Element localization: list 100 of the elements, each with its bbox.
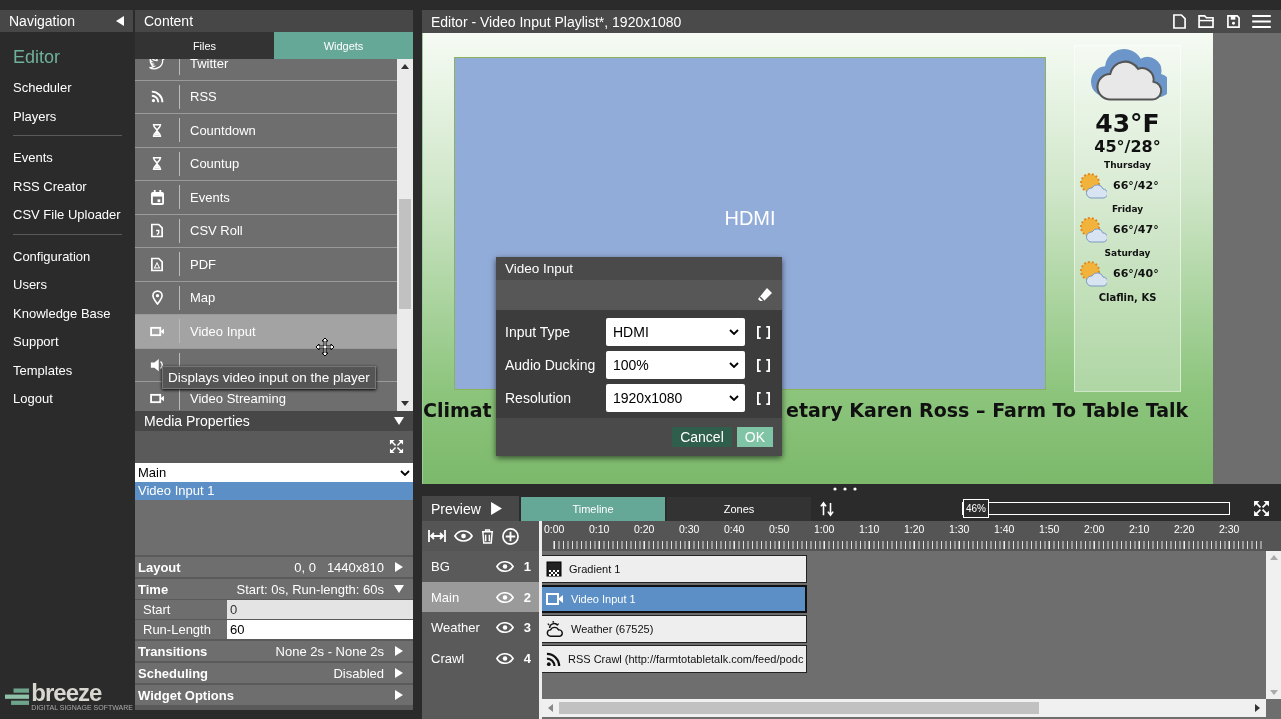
- ruler-label: 2:20: [1173, 523, 1196, 536]
- property-section[interactable]: Layout 0, 0 1440x810: [135, 555, 413, 577]
- zone-label: HDMI: [724, 207, 776, 230]
- nav-link[interactable]: Users: [13, 271, 47, 300]
- zoom-slider-thumb[interactable]: 46%: [963, 499, 989, 519]
- brackets-icon[interactable]: [757, 391, 770, 405]
- forecast-temperature: 66°/42°: [1113, 178, 1159, 192]
- widget-label: PDF: [189, 256, 216, 272]
- speaker-icon: [150, 357, 164, 372]
- ruler-label: 2:30: [1218, 523, 1241, 536]
- property-section[interactable]: Scheduling Disabled: [135, 661, 413, 683]
- trash-icon[interactable]: [481, 528, 494, 544]
- select-field[interactable]: 1920x1080: [606, 384, 745, 412]
- property-section[interactable]: Widget Options: [135, 683, 413, 705]
- folder-icon[interactable]: [1198, 15, 1215, 28]
- tab[interactable]: Files: [135, 32, 274, 59]
- expand-icon[interactable]: [389, 438, 404, 454]
- layer-row[interactable]: BG 1: [422, 551, 539, 582]
- crawl-text: Climat: [423, 399, 492, 421]
- play-icon: [490, 502, 502, 516]
- nav-link[interactable]: RSS Creator: [13, 172, 87, 201]
- triangle-right-icon: [394, 562, 404, 572]
- nav-link[interactable]: CSV File Uploader: [13, 201, 121, 230]
- widget-item[interactable]: Twitter: [135, 59, 397, 81]
- fullscreen-icon[interactable]: [1253, 500, 1270, 518]
- chevron-down-icon: [400, 469, 410, 476]
- weather-panel[interactable]: 43°F 45°/28° Thursday 66°/42° Friday 66°/47° Saturday 66°/40° Claflin, KS: [1074, 45, 1181, 392]
- zoom-slider-track[interactable]: 46%: [962, 502, 1230, 516]
- nav-link[interactable]: Support: [13, 328, 59, 357]
- forecast-temperature: 66°/47°: [1113, 222, 1159, 236]
- scrollbar[interactable]: [397, 59, 413, 411]
- bird-icon: [148, 59, 166, 73]
- eye-icon[interactable]: [454, 530, 473, 543]
- tab[interactable]: Zones: [667, 496, 811, 521]
- chevron-down-icon: [729, 395, 739, 401]
- layer-row[interactable]: Weather 3: [422, 612, 539, 643]
- layer-name: Weather: [431, 620, 481, 636]
- triangle-down-icon: [394, 584, 404, 594]
- input-field[interactable]: 60: [227, 620, 413, 639]
- add-icon[interactable]: [502, 527, 519, 545]
- scroll-right-icon[interactable]: [1255, 704, 1260, 712]
- timeline-clip[interactable]: RSS Crawl (http://farmtotabletalk.com/feed/podc: [542, 645, 807, 674]
- nav-link[interactable]: Editor: [13, 40, 61, 74]
- new-file-icon[interactable]: [1173, 14, 1186, 29]
- panel-title: Navigation: [9, 13, 76, 29]
- sun-cloud-icon: [1077, 214, 1107, 244]
- eraser-icon[interactable]: [757, 287, 773, 303]
- sort-arrows-icon[interactable]: [820, 500, 834, 517]
- save-icon[interactable]: [1227, 15, 1240, 28]
- property-section[interactable]: Time Start: 0s, Run-length: 60s: [135, 577, 413, 599]
- ruler-label: 1:10: [858, 523, 881, 536]
- timeline-clip[interactable]: Weather (67525): [542, 615, 807, 644]
- nav-link[interactable]: Players: [13, 102, 57, 131]
- ruler-label: 0:10: [588, 523, 611, 536]
- nav-link[interactable]: Scheduler: [13, 74, 72, 103]
- media-properties-header[interactable]: Media Properties: [135, 411, 413, 431]
- collapse-icon[interactable]: [116, 16, 124, 26]
- timeline-clip[interactable]: Gradient 1: [542, 555, 807, 584]
- document-icon: [151, 223, 163, 239]
- property-section[interactable]: Transitions None 2s - None 2s: [135, 639, 413, 661]
- resize-handle-icon[interactable]: [833, 487, 857, 492]
- scrollbar[interactable]: [542, 699, 1266, 717]
- select-field[interactable]: 100%: [606, 351, 745, 379]
- menu-icon[interactable]: [1252, 15, 1271, 28]
- window-title: Editor - Video Input Playlist*, 1920x1080: [431, 13, 682, 30]
- layer-number: 2: [523, 589, 531, 605]
- pdf-file-icon: [151, 256, 163, 272]
- scrollbar-thumb[interactable]: [559, 702, 1039, 714]
- nav-link[interactable]: Logout: [13, 385, 53, 414]
- nav-link[interactable]: Knowledge Base: [13, 299, 111, 328]
- brackets-icon[interactable]: [757, 358, 770, 372]
- field-label: Start: [135, 600, 227, 619]
- widget-label: Countdown: [189, 122, 256, 138]
- crawl-text: etary Karen Ross – Farm To Table Talk: [786, 399, 1189, 421]
- layer-row[interactable]: Crawl 4: [422, 642, 539, 674]
- scroll-left-icon[interactable]: [548, 704, 553, 712]
- widget-label: Video Input: [189, 323, 256, 339]
- widget-label: Video Streaming: [189, 390, 286, 406]
- scroll-up-icon[interactable]: [401, 64, 409, 69]
- select-field[interactable]: HDMI: [606, 318, 745, 346]
- weather-location: Claflin, KS: [1098, 292, 1157, 303]
- nav-link[interactable]: Events: [13, 144, 53, 173]
- brackets-icon[interactable]: [757, 325, 770, 339]
- eye-icon[interactable]: [495, 622, 514, 634]
- eye-icon[interactable]: [495, 652, 514, 664]
- nav-link[interactable]: Templates: [13, 356, 73, 385]
- widget-label: CSV Roll: [189, 223, 243, 239]
- cancel-button[interactable]: Cancel: [672, 427, 732, 447]
- preview-button[interactable]: Preview: [422, 496, 519, 522]
- scrollbar-thumb[interactable]: [399, 199, 411, 309]
- tooltip: Displays video input on the player: [162, 366, 376, 389]
- zone-select[interactable]: Main: [135, 463, 413, 482]
- fit-width-icon[interactable]: [428, 529, 446, 544]
- ruler-label: 2:00: [1083, 523, 1106, 536]
- nav-link[interactable]: Configuration: [13, 242, 91, 271]
- scroll-down-icon[interactable]: [401, 401, 409, 406]
- gradient-icon: [546, 561, 562, 578]
- hourglass-icon: [152, 156, 162, 172]
- ruler-label: 1:20: [903, 523, 926, 536]
- eye-icon[interactable]: [495, 561, 514, 573]
